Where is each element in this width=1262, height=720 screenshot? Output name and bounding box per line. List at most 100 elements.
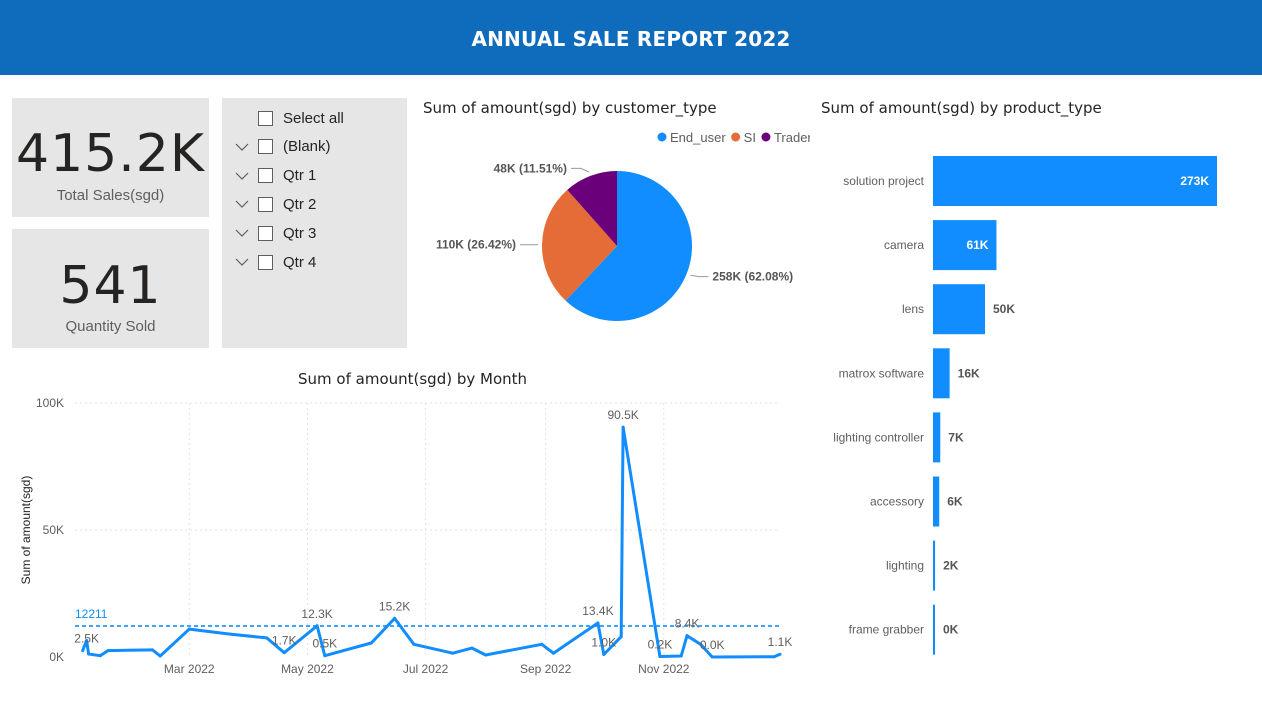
- monthly-line-chart: 0K 50K 100K Mar 2022 May 2022 Jul 2022 Sep 202…: [19, 396, 792, 676]
- bar[interactable]: [933, 604, 935, 655]
- data-point[interactable]: [150, 648, 154, 652]
- customer-type-pie-chart: End_user SI Trader 258K (62.08%) 110K (26.42…: [436, 130, 810, 321]
- y-tick-label: 100K: [36, 396, 64, 410]
- checkbox[interactable]: [258, 225, 273, 241]
- data-point[interactable]: [106, 649, 110, 653]
- slicer-item-label: Qtr 2: [283, 195, 317, 213]
- data-point[interactable]: [265, 636, 269, 640]
- data-point[interactable]: [315, 624, 319, 628]
- bar-data-label: 16K: [958, 366, 980, 380]
- slicer-item[interactable]: Qtr 3: [234, 222, 316, 244]
- data-point[interactable]: [228, 632, 232, 636]
- data-point[interactable]: [323, 654, 327, 658]
- y-tick-label: 50K: [43, 523, 64, 537]
- bar-data-label: 6K: [947, 495, 963, 509]
- bar-data-label: 61K: [966, 238, 988, 252]
- bar-data-label: 50K: [993, 302, 1015, 316]
- line-data-label: 8.4K: [675, 617, 700, 631]
- pie-data-label: 258K (62.08%): [712, 270, 793, 284]
- quantity-card[interactable]: 541 Quantity Sold: [12, 229, 209, 348]
- bar-data-label: 0K: [943, 623, 959, 637]
- bar-data-label: 2K: [943, 559, 959, 573]
- line-data-label: 0.0K: [700, 638, 725, 652]
- quantity-value: 541: [59, 256, 162, 316]
- bar[interactable]: [933, 540, 936, 591]
- data-point[interactable]: [685, 634, 689, 638]
- bar[interactable]: [933, 284, 986, 335]
- line-data-label: 15.2K: [379, 599, 410, 613]
- checkbox[interactable]: [258, 110, 273, 126]
- data-point[interactable]: [679, 654, 683, 658]
- pie-data-label: 48K (11.51%): [494, 161, 567, 175]
- slicer-item[interactable]: Qtr 1: [234, 165, 316, 187]
- legend-marker: [657, 132, 667, 142]
- legend-marker: [731, 132, 741, 142]
- bar-category-label: lighting controller: [833, 430, 924, 444]
- slicer-item[interactable]: Select all: [234, 107, 344, 129]
- slicer-item-label: Qtr 1: [283, 167, 317, 185]
- slicer-item[interactable]: (Blank): [234, 136, 331, 158]
- chevron-down-icon[interactable]: [234, 168, 250, 184]
- data-point[interactable]: [602, 652, 606, 656]
- data-point[interactable]: [412, 642, 416, 646]
- slicer-item[interactable]: Qtr 4: [234, 251, 316, 273]
- bar[interactable]: [933, 476, 940, 527]
- x-tick-label: May 2022: [281, 662, 334, 676]
- data-point[interactable]: [98, 654, 102, 658]
- slicer-item-label: Qtr 4: [283, 253, 317, 271]
- data-point[interactable]: [596, 621, 600, 625]
- chevron-down-icon[interactable]: [234, 254, 250, 270]
- data-point[interactable]: [87, 652, 91, 656]
- product-type-bar-chart: solution project 273K camera 61K lens 50K matr…: [833, 156, 1217, 655]
- legend-label: End_user: [670, 130, 726, 145]
- checkbox[interactable]: [258, 196, 273, 212]
- data-point[interactable]: [451, 651, 455, 655]
- bar-category-label: solution project: [843, 174, 924, 188]
- data-point[interactable]: [393, 616, 397, 620]
- bar[interactable]: [933, 156, 1217, 206]
- legend-label: SI: [744, 130, 756, 145]
- data-point[interactable]: [710, 655, 714, 659]
- quantity-label: Quantity Sold: [65, 318, 156, 335]
- bar-data-label: 273K: [1180, 174, 1209, 188]
- slicer-item-label: Qtr 3: [283, 224, 317, 242]
- slicer-item-label: Select all: [283, 109, 344, 127]
- y-tick-label: 0K: [49, 650, 64, 664]
- pie-leader-line: [570, 167, 590, 173]
- data-point[interactable]: [772, 655, 776, 659]
- data-point[interactable]: [621, 425, 625, 429]
- quarter-slicer: Select all (Blank) Qtr 1 Qtr 2 Qtr 3 Qtr 4: [222, 98, 407, 348]
- checkbox[interactable]: [258, 168, 273, 184]
- checkbox[interactable]: [258, 139, 273, 155]
- data-point[interactable]: [158, 654, 162, 658]
- data-point[interactable]: [484, 653, 488, 657]
- bar-category-label: accessory: [870, 495, 924, 509]
- bar[interactable]: [933, 348, 950, 399]
- line-data-label: 90.5K: [607, 408, 638, 422]
- chevron-down-icon[interactable]: [234, 196, 250, 212]
- checkbox[interactable]: [258, 254, 273, 270]
- data-point[interactable]: [470, 646, 474, 650]
- pie-chart-title: Sum of amount(sgd) by customer_type: [423, 99, 717, 117]
- total-sales-card[interactable]: 415.2K Total Sales(sgd): [12, 98, 209, 217]
- data-point[interactable]: [551, 651, 555, 655]
- pie-leader-line: [690, 274, 709, 278]
- report-header: ANNUAL SALE REPORT 2022: [0, 0, 1262, 75]
- average-line-label: 12211: [75, 607, 108, 621]
- line-data-label: 1.0K: [591, 635, 616, 649]
- data-point[interactable]: [619, 635, 623, 639]
- slicer-item[interactable]: Qtr 2: [234, 193, 316, 215]
- data-point[interactable]: [658, 654, 662, 658]
- line-data-label: 12.3K: [301, 607, 332, 621]
- chevron-down-icon[interactable]: [234, 139, 250, 155]
- data-point[interactable]: [540, 642, 544, 646]
- data-point[interactable]: [81, 649, 85, 653]
- data-point[interactable]: [778, 652, 782, 656]
- legend-label: Trader: [774, 130, 810, 145]
- data-point[interactable]: [187, 627, 191, 631]
- line-data-label: 0.5K: [313, 637, 338, 651]
- data-point[interactable]: [282, 651, 286, 655]
- data-point[interactable]: [369, 641, 373, 645]
- chevron-down-icon[interactable]: [234, 225, 250, 241]
- bar[interactable]: [933, 412, 941, 463]
